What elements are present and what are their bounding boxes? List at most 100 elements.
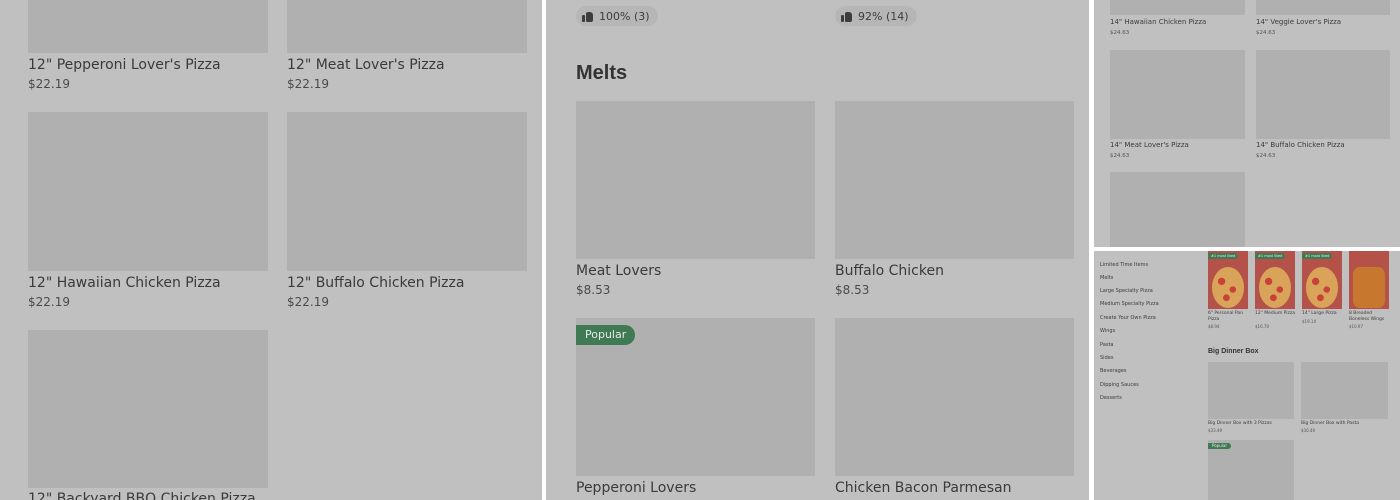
most-liked-badge: #1 most liked	[1302, 253, 1333, 259]
thumbs-up-icon	[841, 11, 852, 22]
menu-item-name: Chicken Bacon Parmesan	[835, 480, 1012, 496]
featured-item-card[interactable]: 8 Breaded Boneless Wings $10.97	[1349, 251, 1389, 331]
section-title: Big Dinner Box	[1208, 348, 1259, 355]
menu-item-card[interactable]: 14" Hawaiian Chicken Pizza $24.63	[1110, 0, 1245, 40]
nav-item-dipping-sauces[interactable]: Dipping Sauces	[1100, 382, 1139, 388]
menu-item-image[interactable]	[835, 318, 1074, 476]
menu-item-image[interactable]	[835, 101, 1074, 259]
nav-item-limited-time[interactable]: Limited Time Items	[1100, 262, 1148, 268]
menu-item-price: $24.63	[1256, 30, 1276, 36]
section-title: Melts	[576, 62, 628, 84]
menu-item-price: $33.49	[1208, 428, 1222, 433]
menu-item-price: $19.14	[1302, 319, 1316, 324]
menu-item-image[interactable]	[287, 0, 527, 53]
menu-item-image[interactable]	[1110, 0, 1245, 15]
menu-item-name: 14" Hawaiian Chicken Pizza	[1110, 18, 1207, 26]
pizza-image[interactable]: #1 most liked	[1255, 251, 1295, 309]
menu-item-name: 6" Personal Pan Pizza	[1208, 311, 1244, 322]
menu-item-price: $22.19	[287, 77, 329, 91]
menu-item-name: 12" Buffalo Chicken Pizza	[287, 275, 465, 291]
menu-item-image[interactable]	[1208, 362, 1294, 419]
pizza-image[interactable]: #1 most liked	[1302, 251, 1342, 309]
menu-item-card[interactable]: Buffalo Chicken $8.53	[835, 101, 1074, 301]
menu-item-name: 14" Large Pizza	[1302, 311, 1337, 316]
left-menu-panel: 12" Pepperoni Lover's Pizza $22.19 12" M…	[0, 0, 542, 500]
featured-item-card[interactable]: #1 most liked 6" Personal Pan Pizza $8.9…	[1208, 251, 1248, 331]
menu-item-name: 12" Hawaiian Chicken Pizza	[28, 275, 221, 291]
menu-item-image[interactable]	[28, 112, 268, 271]
pizza-image[interactable]: #1 most liked	[1208, 251, 1248, 309]
menu-item-price: $22.19	[28, 77, 70, 91]
rating-text: 92% (14)	[858, 9, 909, 23]
menu-item-card[interactable]	[1110, 172, 1245, 247]
menu-item-card[interactable]: Popular	[1208, 440, 1294, 500]
wings-image[interactable]	[1349, 251, 1389, 309]
popular-badge: Popular	[1208, 443, 1231, 449]
menu-item-image[interactable]	[1256, 0, 1390, 15]
menu-item-image[interactable]	[28, 330, 268, 488]
menu-item-image[interactable]	[576, 101, 815, 259]
menu-item-image[interactable]	[1110, 172, 1245, 247]
menu-item-image[interactable]	[1256, 50, 1390, 139]
featured-item-card[interactable]: #1 most liked 14" Large Pizza $19.14	[1302, 251, 1342, 331]
menu-item-name: 14" Buffalo Chicken Pizza	[1256, 141, 1345, 149]
menu-item-card[interactable]: 12" Hawaiian Chicken Pizza $22.19	[28, 112, 268, 312]
menu-item-card[interactable]: Big Dinner Box with 3 Pizzas $33.49	[1208, 362, 1294, 437]
menu-item-price: $8.53	[576, 283, 611, 297]
menu-item-price: $22.19	[287, 295, 329, 309]
menu-item-card[interactable]: Popular Pepperoni Lovers	[576, 318, 815, 500]
nav-item-melts[interactable]: Melts	[1100, 275, 1113, 281]
nav-item-medium-specialty[interactable]: Medium Specialty Pizza	[1100, 301, 1159, 307]
menu-item-name: 8 Breaded Boneless Wings	[1349, 311, 1385, 322]
menu-item-name: Big Dinner Box with 3 Pizzas	[1208, 421, 1272, 426]
menu-item-image[interactable]	[28, 0, 268, 53]
rating-badge: 100% (3)	[576, 6, 658, 26]
nav-item-large-specialty[interactable]: Large Specialty Pizza	[1100, 288, 1153, 294]
menu-item-card[interactable]: Big Dinner Box with Pasta $30.49	[1301, 362, 1388, 437]
rating-text: 100% (3)	[599, 9, 650, 23]
menu-item-price: $10.97	[1349, 324, 1363, 329]
nav-item-pasta[interactable]: Pasta	[1100, 342, 1113, 348]
menu-item-image[interactable]	[1301, 362, 1388, 419]
menu-item-price: $24.63	[1110, 153, 1130, 159]
menu-item-card[interactable]: Chicken Bacon Parmesan	[835, 318, 1074, 500]
menu-item-name: 14" Veggie Lover's Pizza	[1256, 18, 1342, 26]
menu-item-price: $16.70	[1255, 324, 1269, 329]
menu-item-name: Meat Lovers	[576, 263, 662, 279]
menu-item-card[interactable]: 14" Meat Lover's Pizza $24.63	[1110, 50, 1245, 162]
menu-item-image[interactable]	[1110, 50, 1245, 139]
menu-item-name: Pepperoni Lovers	[576, 480, 697, 496]
nav-item-beverages[interactable]: Beverages	[1100, 368, 1127, 374]
melts-menu-panel: 100% (3) 92% (14) Melts Meat Lovers $8.5…	[546, 0, 1089, 500]
thumbs-up-icon	[582, 11, 593, 22]
menu-item-name: 12" Meat Lover's Pizza	[287, 57, 445, 73]
menu-item-name: 12" Medium Pizza	[1255, 311, 1295, 316]
nav-item-create-your-own[interactable]: Create Your Own Pizza	[1100, 315, 1156, 321]
menu-item-card[interactable]: 12" Buffalo Chicken Pizza $22.19	[287, 112, 527, 312]
menu-item-name: Buffalo Chicken	[835, 263, 944, 279]
menu-item-price: $24.63	[1256, 153, 1276, 159]
menu-item-price: $8.94	[1208, 324, 1220, 329]
nav-item-sides[interactable]: Sides	[1100, 355, 1113, 361]
large-pizza-panel: 14" Hawaiian Chicken Pizza $24.63 14" Ve…	[1094, 0, 1400, 247]
nav-item-wings[interactable]: Wings	[1100, 328, 1115, 334]
menu-item-image[interactable]	[1208, 440, 1294, 500]
most-liked-badge: #1 most liked	[1208, 253, 1239, 259]
menu-item-card[interactable]: 12" Backyard BBQ Chicken Pizza	[28, 330, 268, 500]
menu-item-card[interactable]: Meat Lovers $8.53	[576, 101, 815, 301]
menu-item-name: 14" Meat Lover's Pizza	[1110, 141, 1189, 149]
menu-item-card[interactable]: 12" Meat Lover's Pizza $22.19	[287, 0, 527, 95]
nav-item-desserts[interactable]: Desserts	[1100, 395, 1122, 401]
menu-item-name: 12" Backyard BBQ Chicken Pizza	[28, 491, 256, 500]
menu-item-card[interactable]: 14" Veggie Lover's Pizza $24.63	[1256, 0, 1390, 40]
featured-item-card[interactable]: #1 most liked 12" Medium Pizza $16.70	[1255, 251, 1295, 331]
menu-item-name: 12" Pepperoni Lover's Pizza	[28, 57, 221, 73]
menu-item-card[interactable]: 14" Buffalo Chicken Pizza $24.63	[1256, 50, 1390, 162]
menu-item-name: Big Dinner Box with Pasta	[1301, 421, 1360, 426]
most-liked-badge: #1 most liked	[1255, 253, 1286, 259]
menu-item-price: $24.63	[1110, 30, 1130, 36]
menu-item-card[interactable]: 12" Pepperoni Lover's Pizza $22.19	[28, 0, 268, 95]
store-overview-panel: Limited Time Items Melts Large Specialty…	[1094, 251, 1400, 500]
popular-badge: Popular	[576, 325, 636, 345]
menu-item-image[interactable]	[287, 112, 527, 271]
